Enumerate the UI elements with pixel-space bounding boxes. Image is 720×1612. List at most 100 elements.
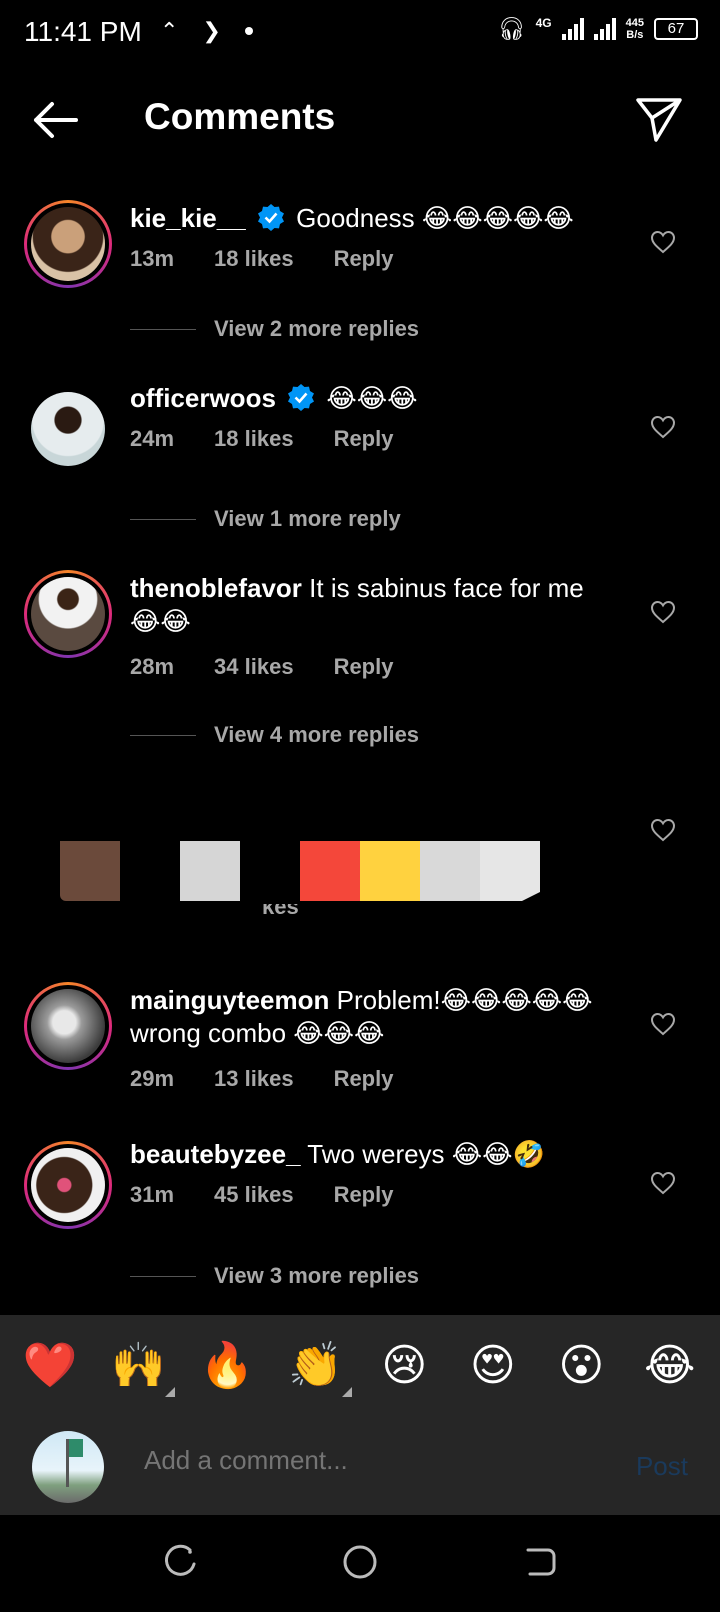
comment-username[interactable]: officerwoos	[130, 383, 276, 413]
like-heart-icon[interactable]	[650, 415, 676, 439]
header: Comments	[0, 80, 720, 160]
skin-tone-indicator-icon	[341, 1387, 352, 1397]
comment-meta: 31m 45 likes Reply	[130, 1182, 433, 1208]
avatar[interactable]	[24, 1141, 112, 1229]
comment-time: 24m	[130, 426, 175, 451]
reply-button[interactable]: Reply	[334, 246, 394, 272]
headphones-icon: 🎧︎	[497, 16, 526, 41]
my-avatar	[32, 1431, 104, 1503]
back-arrow-icon[interactable]	[30, 98, 80, 142]
redaction-block	[180, 841, 240, 901]
network-speed: 445 B/s	[625, 17, 644, 41]
comment-text-block: thenoblefavor It is sabinus face for me …	[130, 572, 620, 638]
home-icon[interactable]	[340, 1542, 380, 1582]
avatar[interactable]	[24, 385, 112, 473]
like-heart-icon[interactable]	[650, 1012, 676, 1036]
comment-text-block: kie_kie__ Goodness 😂😂😂😂😂	[130, 202, 620, 235]
laughing-emoji-button[interactable]: 😂	[638, 1340, 702, 1391]
recent-apps-icon[interactable]	[160, 1542, 200, 1582]
comment-likes[interactable]: 13 likes	[214, 1066, 294, 1092]
notification-icon: ⌃	[160, 18, 179, 43]
like-heart-icon[interactable]	[650, 600, 676, 624]
heart-emoji-button[interactable]: ❤️	[18, 1339, 82, 1391]
comment-text-block: beautebyzee_ Two wereys 😂😂🤣	[130, 1138, 620, 1171]
view-replies-button[interactable]: View 3 more replies	[130, 1263, 419, 1289]
redaction-block	[480, 841, 540, 901]
comment-likes[interactable]: 18 likes	[214, 426, 294, 452]
more-notifications-icon	[244, 27, 253, 35]
comment-input[interactable]	[144, 1445, 564, 1476]
comment-username[interactable]: kie_kie__	[130, 203, 246, 233]
comment-text: 😂😂😂	[326, 383, 418, 413]
avatar[interactable]	[24, 200, 112, 288]
signal-icon	[561, 18, 584, 40]
signal-2-icon	[593, 18, 616, 40]
comment-text-block: mainguyteemon Problem!😂😂😂😂😂 wrong combo …	[130, 984, 620, 1050]
view-replies-label: View 1 more reply	[214, 506, 401, 531]
redaction-block	[360, 841, 420, 901]
crying-emoji-button[interactable]: 😢	[372, 1340, 436, 1391]
comment-likes[interactable]: 34 likes	[214, 654, 294, 680]
comment-time: 29m	[130, 1066, 175, 1091]
comment-meta: 24m 18 likes Reply	[130, 426, 433, 452]
reply-button[interactable]: Reply	[334, 654, 394, 680]
view-replies-button[interactable]: View 2 more replies	[130, 316, 419, 342]
replies-divider	[130, 1275, 196, 1277]
redaction-block	[300, 841, 360, 901]
redaction-block	[60, 841, 120, 901]
status-time: 11:41 PM	[24, 16, 142, 47]
clapping-emoji-button[interactable]: 👏	[284, 1339, 352, 1397]
comment-meta: 29m 13 likes Reply	[130, 1066, 433, 1092]
replies-divider	[130, 734, 196, 736]
view-replies-button[interactable]: View 1 more reply	[130, 506, 401, 532]
avatar[interactable]	[24, 570, 112, 658]
system-nav-bar	[0, 1516, 720, 1612]
redacted-fragment: kes	[262, 904, 299, 918]
comment-username[interactable]: mainguyteemon	[130, 985, 329, 1015]
comment-text: Two wereys 😂😂🤣	[307, 1139, 545, 1169]
network-type-label: 4G	[535, 16, 552, 30]
app-notification-icon: ❯	[202, 18, 221, 43]
raising-hands-emoji: 🙌	[111, 1341, 167, 1390]
replies-divider	[130, 328, 196, 330]
like-heart-icon[interactable]	[650, 230, 676, 254]
like-heart-icon[interactable]	[650, 1171, 676, 1195]
reply-button[interactable]: Reply	[334, 1066, 394, 1092]
heart-eyes-emoji-button[interactable]: 😍	[461, 1340, 525, 1391]
status-bar: 11:41 PM ⌃ ❯ 🎧︎ 4G 445 B/s 67	[0, 0, 720, 64]
comment-time: 28m	[130, 654, 175, 679]
view-replies-label: View 3 more replies	[214, 1263, 420, 1288]
skin-tone-indicator-icon	[164, 1387, 175, 1397]
comment-time: 31m	[130, 1182, 175, 1207]
view-replies-label: View 2 more replies	[214, 316, 420, 341]
clapping-emoji: 👏	[288, 1341, 344, 1390]
share-send-icon[interactable]	[634, 94, 684, 144]
view-replies-label: View 4 more replies	[214, 722, 420, 747]
redaction-block	[420, 841, 480, 901]
comment-likes[interactable]: 18 likes	[214, 246, 294, 272]
avatar[interactable]	[24, 982, 112, 1070]
view-replies-button[interactable]: View 4 more replies	[130, 722, 419, 748]
page-title: Comments	[144, 96, 336, 137]
comment-composer: Post	[0, 1415, 720, 1515]
verified-badge-icon	[288, 384, 315, 411]
verified-badge-icon	[257, 204, 284, 231]
like-heart-icon[interactable]	[650, 818, 676, 842]
back-nav-icon[interactable]	[520, 1542, 560, 1582]
comment-username[interactable]: beautebyzee_	[130, 1139, 301, 1169]
comment-text: Goodness 😂😂😂😂😂	[296, 203, 574, 233]
raising-hands-emoji-button[interactable]: 🙌	[107, 1339, 175, 1397]
fire-emoji-button[interactable]: 🔥	[195, 1339, 259, 1391]
status-right-icons: 🎧︎ 4G 445 B/s 67	[498, 16, 698, 42]
reply-button[interactable]: Reply	[334, 1182, 394, 1208]
comment-likes[interactable]: 45 likes	[214, 1182, 294, 1208]
reply-button[interactable]: Reply	[334, 426, 394, 452]
comment-meta: 13m 18 likes Reply	[130, 246, 433, 272]
comment-text-block: officerwoos 😂😂😂	[130, 382, 620, 415]
post-button[interactable]: Post	[636, 1451, 688, 1482]
comment-meta: 28m 34 likes Reply	[130, 654, 433, 680]
status-left-icons: ⌃ ❯	[160, 18, 253, 44]
comment-username[interactable]: thenoblefavor	[130, 573, 302, 603]
comment-time: 13m	[130, 246, 175, 271]
surprised-emoji-button[interactable]: 😮	[549, 1340, 613, 1391]
